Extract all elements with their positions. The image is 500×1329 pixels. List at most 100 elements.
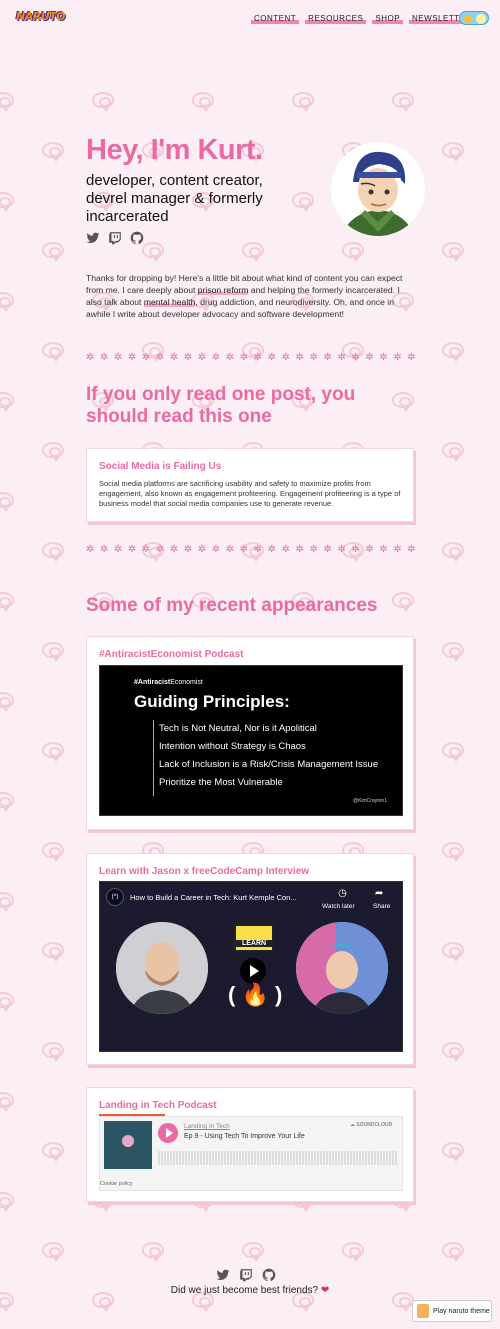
prison-reform-link[interactable]: prison reform	[197, 285, 249, 295]
leaf-pattern-icon	[42, 242, 64, 262]
slide-heading: Guiding Principles:	[134, 692, 290, 711]
sc-play-button[interactable]	[158, 1123, 178, 1143]
star-icon: ✲	[239, 352, 249, 363]
leaf-pattern-icon	[0, 792, 14, 812]
site-header: NARUTO CONTENT RESOURCES SHOP NEWSLETTER	[0, 8, 500, 30]
star-icon: ✲	[113, 544, 123, 555]
footer-message: Did we just become best friends?	[170, 1285, 319, 1296]
heart-icon: ❤	[320, 1285, 330, 1296]
leaf-pattern-icon	[0, 892, 14, 912]
star-icon: ✲	[267, 544, 276, 555]
site-logo[interactable]: NARUTO	[16, 10, 86, 28]
leaf-pattern-icon	[0, 992, 14, 1012]
star-icon: ✲	[239, 544, 249, 555]
sc-episode-title[interactable]: Ep 9 - Using Tech To Improve Your Life	[184, 1133, 305, 1140]
star-icon: ✲	[127, 352, 137, 363]
appearance-title[interactable]: Landing in Tech Podcast	[99, 1100, 217, 1111]
featured-post-title[interactable]: Social Media is Failing Us	[99, 461, 221, 472]
cookie-policy-link[interactable]: Cookie policy	[100, 1181, 133, 1187]
slide-brand-rest: Economist	[170, 679, 203, 686]
star-icon: ✲	[379, 544, 388, 555]
leaf-pattern-icon	[0, 1092, 14, 1112]
footer-social-links	[216, 1268, 276, 1282]
nav-resources[interactable]: RESOURCES	[305, 14, 367, 24]
star-icon: ✲	[281, 352, 290, 363]
star-icon: ✲	[253, 352, 263, 363]
nav-content[interactable]: CONTENT	[250, 14, 300, 24]
sc-waveform[interactable]	[158, 1151, 398, 1165]
leaf-pattern-icon	[142, 1242, 164, 1262]
watch-later-button[interactable]: Watch later	[322, 903, 355, 910]
mental-health-link[interactable]: mental health	[143, 297, 196, 307]
leaf-pattern-icon	[392, 92, 414, 112]
twitter-icon[interactable]	[86, 231, 100, 245]
twitch-icon[interactable]	[239, 1268, 253, 1282]
host-photo	[296, 922, 388, 1014]
naruto-thumbnail-icon	[417, 1304, 429, 1318]
twitch-icon[interactable]	[108, 231, 122, 245]
play-button[interactable]	[240, 958, 266, 984]
star-icon: ✲	[197, 352, 207, 363]
leaf-pattern-icon	[342, 242, 364, 262]
leaf-pattern-icon	[442, 942, 464, 962]
learn-badge: LEARN	[234, 924, 274, 952]
play-theme-label: Play naruto theme	[433, 1307, 490, 1315]
star-icon: ✲	[309, 544, 318, 555]
star-icon: ✲	[351, 352, 360, 363]
slide-brand-bold: #Antiracist	[134, 679, 171, 686]
leaf-pattern-icon	[292, 92, 314, 112]
github-icon[interactable]	[262, 1268, 276, 1282]
star-icon: ✲	[141, 544, 151, 555]
soundcloud-icon: ☁	[350, 1122, 355, 1128]
star-icon: ✲	[225, 352, 235, 363]
video-embed[interactable]: (^) How to Build a Career in Tech: Kurt …	[99, 881, 403, 1052]
github-icon[interactable]	[130, 231, 144, 245]
leaf-pattern-icon	[92, 92, 114, 112]
featured-post-card[interactable]: Social Media is Failing Us Social media …	[86, 448, 414, 522]
appearance-title[interactable]: #AntiracistEconomist Podcast	[99, 649, 243, 660]
artwork-avatar	[122, 1135, 134, 1147]
slide-item: Prioritize the Most Vulnerable	[159, 777, 283, 788]
share-icon: ➦	[375, 888, 384, 899]
star-icon: ✲	[141, 352, 151, 363]
hero-subtitle: developer, content creator, devrel manag…	[86, 172, 263, 225]
leaf-pattern-icon	[0, 92, 14, 112]
leaf-pattern-icon	[442, 642, 464, 662]
share-button[interactable]: Share	[373, 903, 390, 910]
star-icon: ✲	[365, 352, 374, 363]
slide-handle: @KimCrayton1	[353, 798, 387, 804]
soundcloud-player[interactable]: Landing In Tech Ep 9 - Using Tech To Imp…	[99, 1116, 403, 1191]
star-icon: ✲	[99, 544, 109, 555]
theme-toggle[interactable]	[459, 11, 489, 25]
leaf-pattern-icon	[42, 142, 64, 162]
slide-embed[interactable]: #AntiracistEconomist Guiding Principles:…	[99, 665, 403, 816]
leaf-pattern-icon	[342, 1242, 364, 1262]
leaf-pattern-icon	[0, 1192, 14, 1212]
leaf-pattern-icon	[0, 192, 14, 212]
freecodecamp-channel-icon[interactable]: (^)	[106, 888, 124, 906]
video-title[interactable]: How to Build a Career in Tech: Kurt Kemp…	[130, 893, 297, 902]
star-icon: ✲	[169, 544, 179, 555]
appearance-title[interactable]: Learn with Jason x freeCodeCamp Intervie…	[99, 866, 309, 877]
leaf-pattern-icon	[0, 392, 14, 412]
section-title-appearances: Some of my recent appearances	[86, 595, 378, 616]
star-icon: ✲	[86, 352, 95, 363]
footer-text: Did we just become best friends? ❤	[0, 1285, 500, 1296]
star-icon: ✲	[295, 544, 304, 555]
star-icon: ✲	[393, 544, 402, 555]
leaf-pattern-icon	[442, 1042, 464, 1062]
leaf-pattern-icon	[42, 1242, 64, 1262]
leaf-pattern-icon	[442, 742, 464, 762]
sc-show-link[interactable]: Landing In Tech	[184, 1123, 230, 1130]
leaf-pattern-icon	[442, 842, 464, 862]
play-theme-button[interactable]: Play naruto theme	[412, 1300, 492, 1322]
twitter-icon[interactable]	[216, 1268, 230, 1282]
leaf-pattern-icon	[0, 292, 14, 312]
leaf-pattern-icon	[442, 342, 464, 362]
leaf-pattern-icon	[42, 742, 64, 762]
leaf-pattern-icon	[42, 942, 64, 962]
avatar	[331, 142, 425, 236]
nav-shop[interactable]: SHOP	[372, 14, 403, 24]
star-icon: ✲	[407, 544, 416, 555]
star-icon: ✲	[183, 352, 193, 363]
